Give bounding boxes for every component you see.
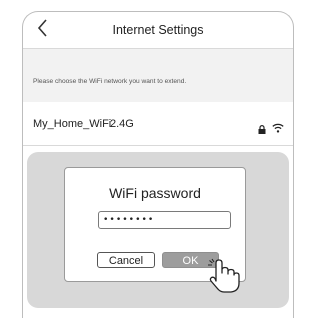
dialog-title: WiFi password	[109, 185, 201, 201]
cancel-button[interactable]: Cancel	[97, 252, 155, 268]
phone-screen: Internet Settings Please choose the WiFi…	[22, 11, 294, 318]
page-title: Internet Settings	[112, 23, 204, 37]
app-header: Internet Settings	[23, 12, 293, 49]
hint-section: Please choose the WiFi network you want …	[23, 49, 293, 102]
modal-overlay: WiFi password Cancel OK	[27, 152, 289, 308]
lock-icon	[258, 121, 266, 139]
hint-text: Please choose the WiFi network you want …	[33, 78, 187, 85]
wifi-network-item[interactable]: My_Home_WiFi 2.4G	[23, 103, 293, 146]
password-input[interactable]	[98, 211, 231, 229]
wifi-signal-icon	[272, 120, 284, 138]
hand-pointer-icon	[207, 257, 241, 300]
network-ssid: My_Home_WiFi	[33, 118, 112, 130]
network-band: 2.4G	[110, 118, 134, 130]
